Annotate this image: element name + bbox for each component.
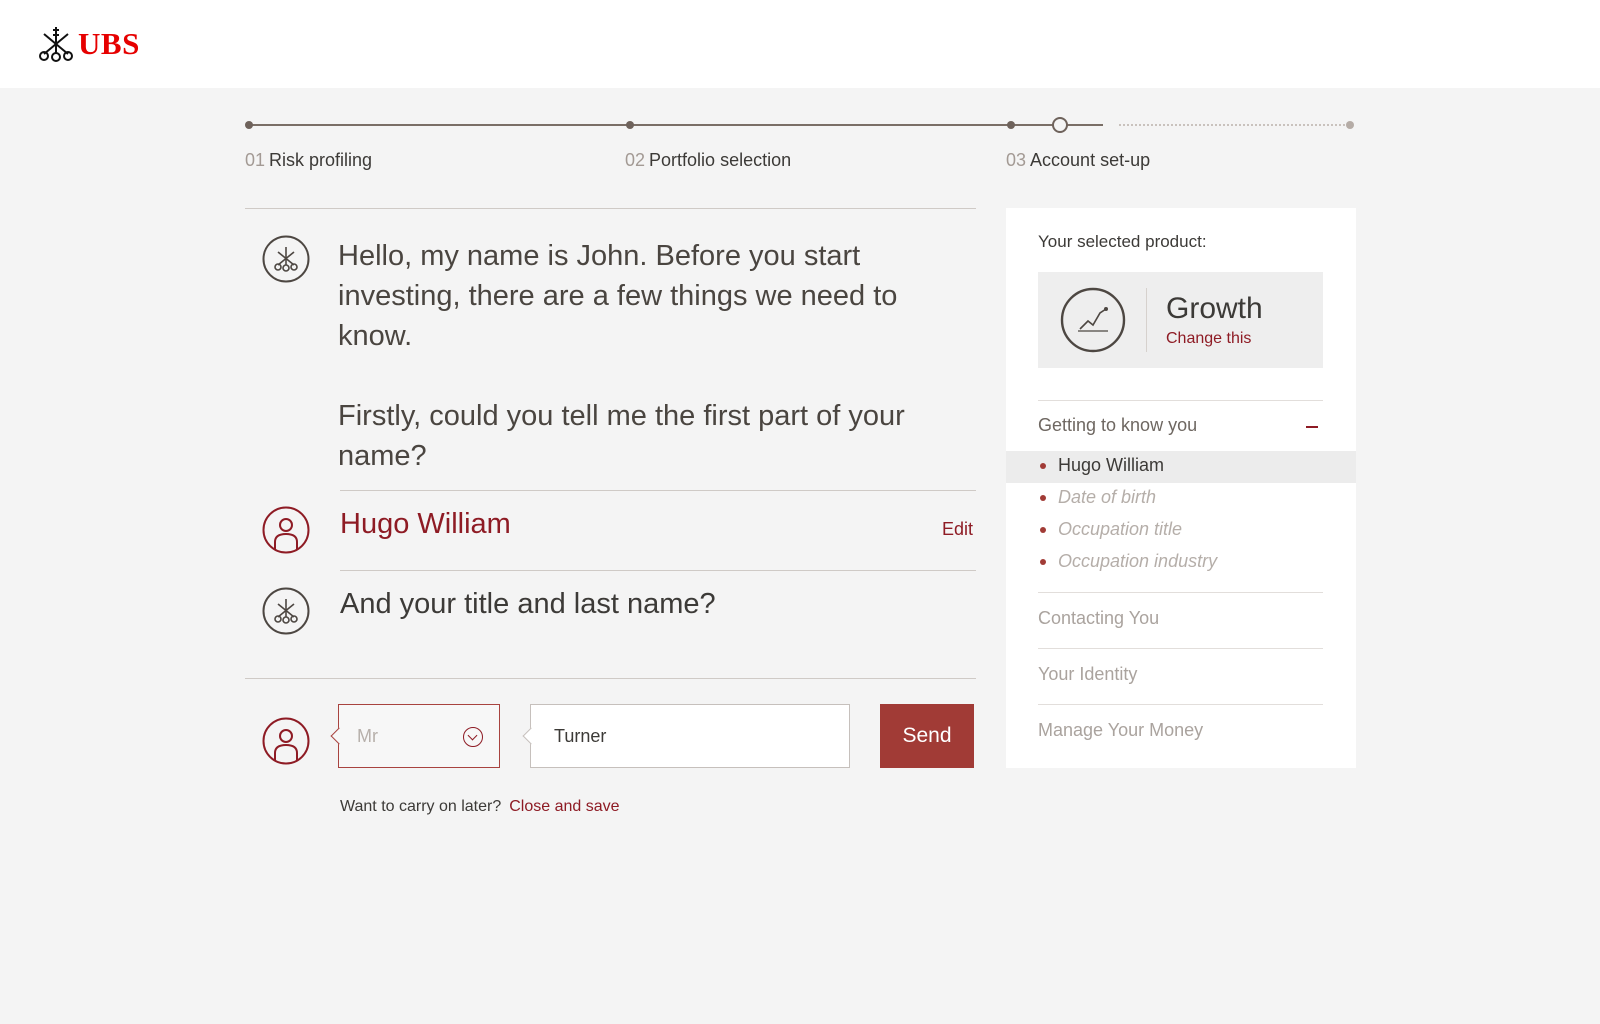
panel-divider	[1038, 648, 1323, 649]
panel-heading: Your selected product:	[1038, 232, 1207, 251]
product-name: Growth	[1166, 292, 1263, 325]
subitem-date-of-birth[interactable]: Date of birth	[1039, 487, 1156, 508]
user-first-name-answer: Hugo William	[340, 508, 511, 540]
progress-line-remaining	[1119, 124, 1345, 126]
summary-panel: Your selected product: Growth Change thi…	[1006, 208, 1356, 768]
step-number: 03	[1006, 150, 1027, 170]
panel-divider	[1038, 704, 1323, 705]
keys-logo-icon	[39, 27, 73, 62]
subitem-occupation-title[interactable]: Occupation title	[1039, 519, 1182, 540]
growth-chart-icon	[1060, 287, 1126, 353]
step-dot-2[interactable]	[626, 121, 634, 129]
change-product-link[interactable]: Change this	[1166, 330, 1251, 348]
edit-answer-link[interactable]: Edit	[942, 519, 973, 540]
step-dot-end	[1346, 121, 1354, 129]
step-number: 02	[625, 150, 646, 170]
title-select-value: Mr	[357, 726, 378, 746]
section-contacting-you[interactable]: Contacting You	[1038, 608, 1159, 629]
step-number: 01	[245, 150, 266, 170]
close-and-save-link[interactable]: Close and save	[509, 798, 619, 815]
selected-product-card: Growth Change this	[1038, 272, 1323, 368]
advisor-last-name-question: And your title and last name?	[340, 588, 716, 620]
subitem-occupation-industry[interactable]: Occupation industry	[1039, 551, 1217, 572]
progress-line-current	[1067, 124, 1103, 126]
step-label: Portfolio selection	[649, 150, 792, 170]
message-divider	[340, 490, 976, 491]
advisor-avatar-icon	[262, 587, 310, 635]
advisor-first-name-question: Firstly, could you tell me the first par…	[338, 400, 905, 472]
last-name-input[interactable]	[530, 704, 850, 768]
conversation-top-divider	[245, 208, 976, 209]
title-select[interactable]: Mr	[338, 704, 500, 768]
step-label: Risk profiling	[269, 150, 373, 170]
logo-wordmark: UBS	[78, 26, 140, 61]
panel-divider	[1038, 400, 1323, 401]
user-avatar-icon	[262, 506, 310, 554]
top-bar: UBS	[0, 0, 1600, 88]
step-dot-1[interactable]	[245, 121, 253, 129]
step-account-setup[interactable]: 03 Account set-up	[1006, 150, 1150, 171]
section-your-identity[interactable]: Your Identity	[1038, 664, 1137, 685]
carry-on-later: Want to carry on later? Close and save	[340, 798, 620, 816]
section-getting-to-know-you[interactable]: Getting to know you	[1038, 415, 1197, 436]
advisor-message: Hello, my name is John. Before you start…	[338, 236, 938, 476]
step-label: Account set-up	[1030, 150, 1151, 170]
section-manage-your-money[interactable]: Manage Your Money	[1038, 720, 1203, 741]
panel-divider	[1038, 592, 1323, 593]
send-button[interactable]: Send	[880, 704, 974, 768]
input-area-divider	[245, 678, 976, 679]
step-risk-profiling[interactable]: 01 Risk profiling	[245, 150, 372, 171]
advisor-intro-text: Hello, my name is John. Before you start…	[338, 240, 898, 352]
progress-line-done	[249, 124, 1067, 126]
collapse-minus-icon[interactable]	[1306, 426, 1318, 428]
subitem-name[interactable]: Hugo William	[1039, 455, 1164, 476]
product-divider	[1146, 288, 1147, 352]
current-position-marker	[1052, 117, 1068, 133]
advisor-avatar-icon	[262, 235, 310, 283]
carry-on-later-text: Want to carry on later?	[340, 798, 502, 815]
step-portfolio-selection[interactable]: 02 Portfolio selection	[625, 150, 791, 171]
step-dot-3[interactable]	[1007, 121, 1015, 129]
message-divider	[340, 570, 976, 571]
progress-stepper	[245, 117, 1355, 133]
user-avatar-icon	[262, 717, 310, 765]
ubs-logo[interactable]: UBS	[38, 24, 140, 64]
chevron-down-icon[interactable]	[463, 727, 483, 747]
